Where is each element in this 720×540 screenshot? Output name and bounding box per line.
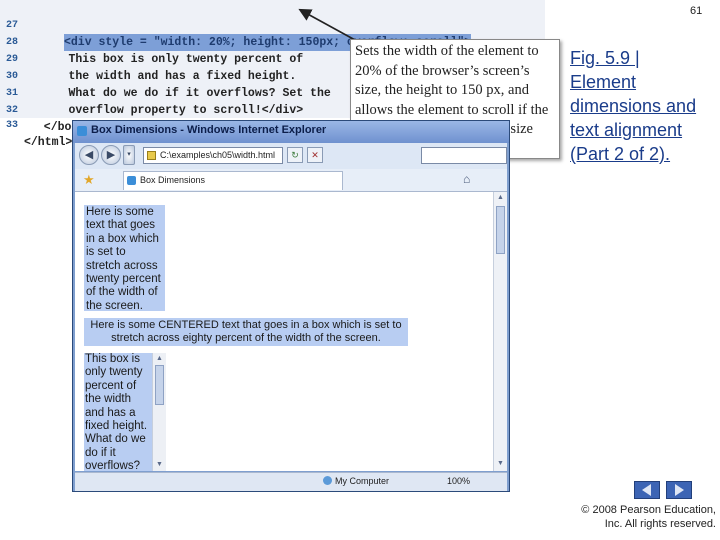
scroll-up-icon[interactable]: ▲	[495, 192, 506, 203]
code-line: 27 <div style = "width: 20%; height: 150…	[0, 0, 545, 51]
box-centered-eighty-percent: Here is some CENTERED text that goes in …	[84, 318, 408, 346]
next-slide-icon	[675, 484, 684, 496]
status-zone: My Computer	[323, 476, 389, 486]
refresh-icon[interactable]: ↻	[287, 147, 303, 163]
back-arrow-icon[interactable]: ◀	[79, 145, 99, 165]
window-title: Box Dimensions - Windows Internet Explor…	[91, 124, 327, 136]
globe-icon	[323, 476, 332, 485]
copyright: © 2008 Pearson Education, Inc. All right…	[581, 504, 716, 530]
history-dropdown-icon[interactable]: ▾	[123, 145, 135, 165]
prev-slide-button[interactable]	[634, 481, 660, 499]
figure-title: Element dimensions and text alignment (P…	[570, 72, 697, 164]
scroll-down-icon[interactable]: ▼	[495, 458, 506, 469]
figure-number: Fig. 5.9 |	[570, 48, 640, 68]
next-slide-button[interactable]	[666, 481, 692, 499]
box-scrolling-text: This box is only twenty percent of the w…	[85, 353, 148, 471]
page-content: Here is some text that goes in a box whi…	[75, 192, 493, 471]
address-bar[interactable]: C:\examples\ch05\width.html	[143, 147, 283, 164]
tab-bar: ★ Box Dimensions ⌂	[75, 169, 507, 192]
box-scrolling[interactable]: This box is only twenty percent of the w…	[84, 353, 166, 471]
navigation-bar: ◀ ▶ ▾ C:\examples\ch05\width.html ↻ ✕	[75, 143, 507, 169]
scroll-thumb[interactable]	[496, 206, 505, 254]
status-bar: My Computer 100%	[75, 472, 507, 491]
stop-icon[interactable]: ✕	[307, 147, 323, 163]
tab-box-dimensions[interactable]: Box Dimensions	[123, 171, 343, 190]
page-icon	[147, 151, 156, 160]
page-scrollbar[interactable]: ▲ ▼	[493, 192, 507, 471]
search-input[interactable]	[421, 147, 507, 164]
box-twenty-percent: Here is some text that goes in a box whi…	[84, 205, 165, 311]
scroll-thumb[interactable]	[155, 365, 164, 405]
status-zone-label: My Computer	[335, 476, 390, 486]
forward-arrow-icon[interactable]: ▶	[101, 145, 121, 165]
scroll-up-icon[interactable]: ▲	[154, 353, 165, 364]
box-scrollbar[interactable]: ▲ ▼	[152, 353, 166, 471]
line-number: 33	[6, 120, 19, 131]
favorites-star-icon[interactable]: ★	[83, 172, 95, 188]
figure-caption: Fig. 5.9 | Element dimensions and text a…	[570, 46, 720, 166]
title-bar: Box Dimensions - Windows Internet Explor…	[73, 121, 509, 143]
scroll-down-icon[interactable]: ▼	[154, 459, 165, 470]
code-text: </html>	[24, 136, 73, 149]
code-line: 28 This box is only twenty percent of	[0, 17, 545, 66]
home-icon[interactable]: ⌂	[463, 172, 470, 186]
page-number: 61	[690, 5, 703, 17]
browser-window: Box Dimensions - Windows Internet Explor…	[72, 120, 510, 492]
address-text: C:\examples\ch05\width.html	[160, 150, 276, 160]
page-icon	[127, 176, 136, 185]
tab-label: Box Dimensions	[140, 175, 206, 185]
ie-logo-icon	[77, 126, 87, 136]
prev-slide-icon	[642, 484, 651, 496]
zoom-level[interactable]: 100%	[447, 476, 470, 486]
